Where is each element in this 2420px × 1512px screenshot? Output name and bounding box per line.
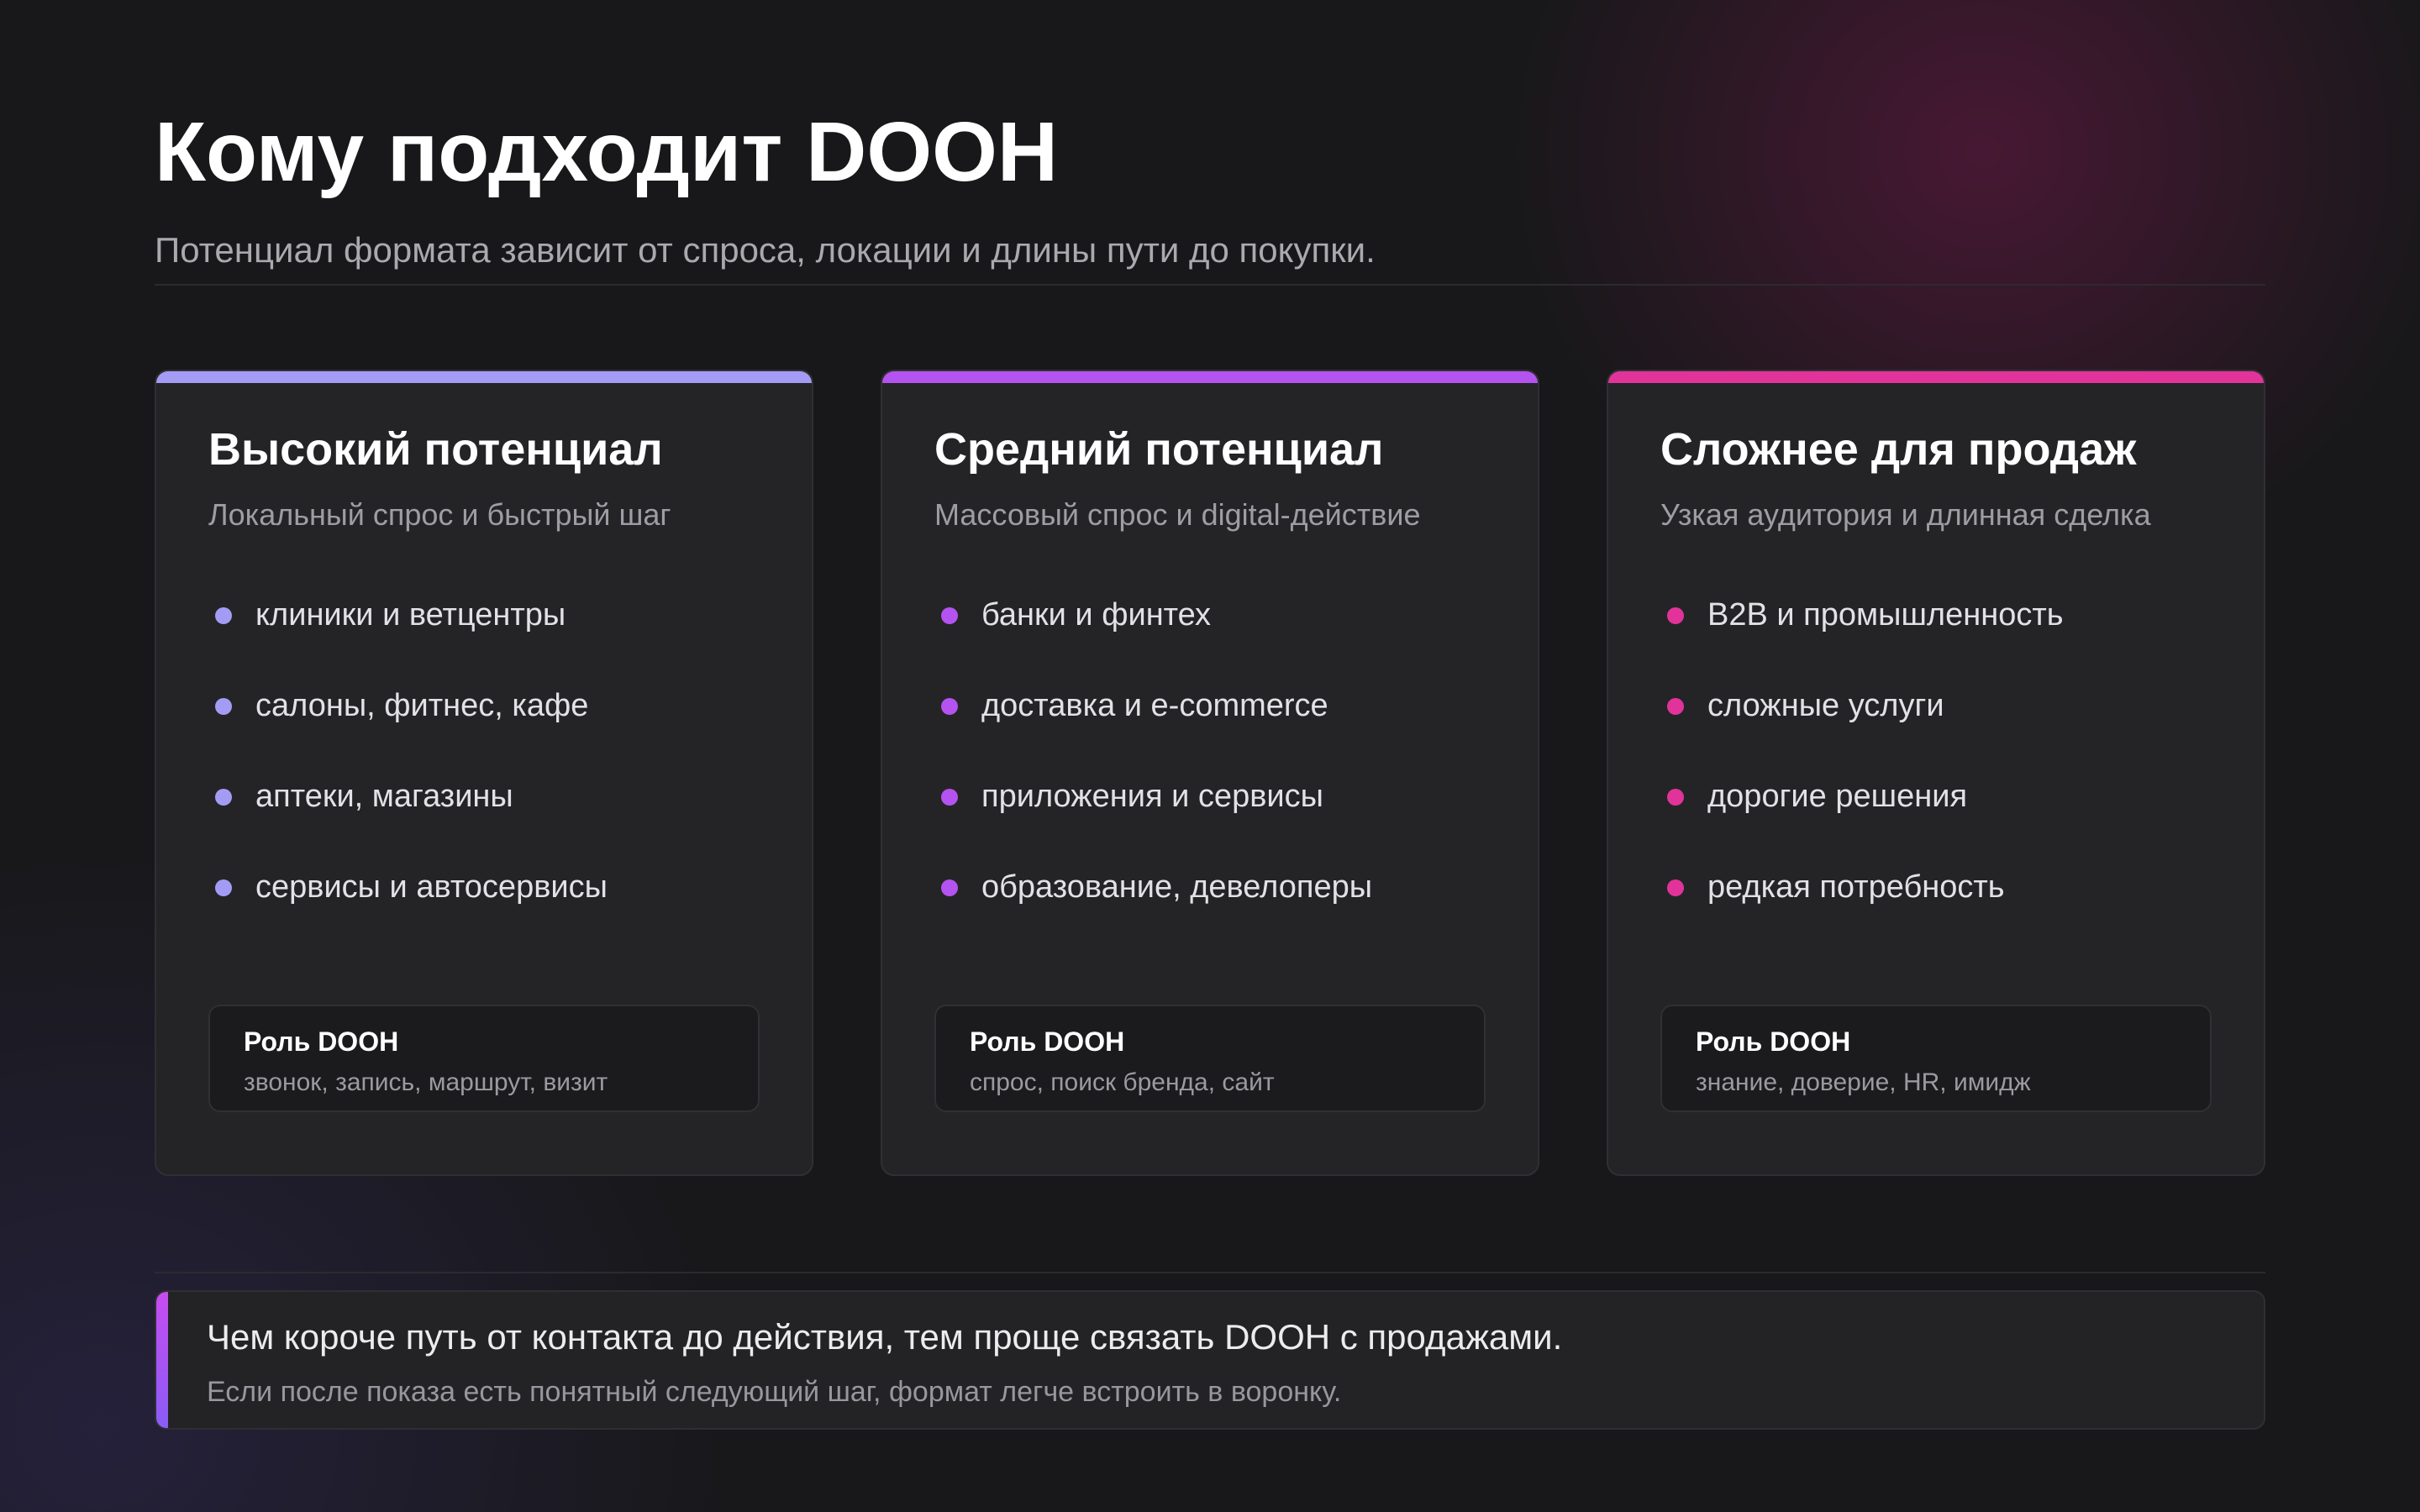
list-item-label: салоны, фитнес, кафе: [255, 688, 589, 723]
bullet-dot-icon: [1667, 789, 1684, 806]
cards-row: Высокий потенциал Локальный спрос и быст…: [155, 370, 2265, 1176]
card-title: Высокий потенциал: [208, 424, 663, 475]
role-title: Роль DOOH: [970, 1026, 1125, 1057]
list-item: аптеки, магазины: [208, 776, 608, 867]
divider: [155, 1272, 2265, 1273]
list-item: доставка и e-commerce: [934, 685, 1372, 776]
card-accent-bar: [156, 371, 812, 383]
role-text: спрос, поиск бренда, сайт: [970, 1068, 1275, 1096]
card-title: Сложнее для продаж: [1660, 424, 2137, 475]
bullet-dot-icon: [941, 789, 958, 806]
callout-sub-text: Если после показа есть понятный следующи…: [207, 1376, 1342, 1408]
card-hard-to-sell: Сложнее для продаж Узкая аудитория и дли…: [1607, 370, 2265, 1176]
card-title: Средний потенциал: [934, 424, 1384, 475]
list-item-label: образование, девелоперы: [981, 869, 1373, 905]
callout-main-text: Чем короче путь от контакта до действия,…: [207, 1317, 1563, 1357]
list-item: редкая потребность: [1660, 867, 2064, 958]
bullet-dot-icon: [941, 698, 958, 715]
role-box: Роль DOOH знание, доверие, HR, имидж: [1660, 1005, 2212, 1112]
list-item-label: приложения и сервисы: [981, 779, 1323, 814]
list-item-label: редкая потребность: [1707, 869, 2005, 905]
card-subtitle: Локальный спрос и быстрый шаг: [208, 497, 671, 532]
bullet-dot-icon: [215, 879, 232, 896]
list-item-label: дорогие решения: [1707, 779, 1968, 814]
role-text: звонок, запись, маршрут, визит: [244, 1068, 608, 1096]
list-item: образование, девелоперы: [934, 867, 1372, 958]
list-item: банки и финтех: [934, 595, 1372, 685]
card-medium-potential: Средний потенциал Массовый спрос и digit…: [881, 370, 1539, 1176]
card-list: банки и финтех доставка и e-commerce при…: [934, 595, 1372, 958]
list-item: сложные услуги: [1660, 685, 2064, 776]
bullet-dot-icon: [1667, 607, 1684, 624]
bullet-dot-icon: [941, 607, 958, 624]
page-subtitle: Потенциал формата зависит от спроса, лок…: [155, 230, 1376, 270]
list-item: салоны, фитнес, кафе: [208, 685, 608, 776]
card-accent-bar: [882, 371, 1538, 383]
list-item-label: сложные услуги: [1707, 688, 1944, 723]
list-item-label: сервисы и автосервисы: [255, 869, 608, 905]
list-item: сервисы и автосервисы: [208, 867, 608, 958]
page: Кому подходит DOOH Потенциал формата зав…: [155, 0, 2265, 1512]
callout-accent-bar: [156, 1292, 168, 1428]
list-item: приложения и сервисы: [934, 776, 1372, 867]
bullet-dot-icon: [215, 607, 232, 624]
list-item-label: банки и финтех: [981, 597, 1211, 633]
role-text: знание, доверие, HR, имидж: [1696, 1068, 2031, 1096]
list-item-label: клиники и ветцентры: [255, 597, 566, 633]
role-box: Роль DOOH звонок, запись, маршрут, визит: [208, 1005, 760, 1112]
list-item-label: B2B и промышленность: [1707, 597, 2064, 633]
list-item: B2B и промышленность: [1660, 595, 2064, 685]
card-high-potential: Высокий потенциал Локальный спрос и быст…: [155, 370, 813, 1176]
list-item-label: доставка и e-commerce: [981, 688, 1328, 723]
callout-note: Чем короче путь от контакта до действия,…: [155, 1290, 2265, 1430]
bullet-dot-icon: [215, 789, 232, 806]
card-subtitle: Массовый спрос и digital-действие: [934, 497, 1421, 532]
divider: [155, 284, 2265, 286]
card-list: B2B и промышленность сложные услуги доро…: [1660, 595, 2064, 958]
list-item-label: аптеки, магазины: [255, 779, 513, 814]
list-item: клиники и ветцентры: [208, 595, 608, 685]
card-subtitle: Узкая аудитория и длинная сделка: [1660, 497, 2151, 532]
bullet-dot-icon: [215, 698, 232, 715]
role-title: Роль DOOH: [244, 1026, 399, 1057]
page-title: Кому подходит DOOH: [155, 105, 1059, 199]
role-title: Роль DOOH: [1696, 1026, 1851, 1057]
role-box: Роль DOOH спрос, поиск бренда, сайт: [934, 1005, 1486, 1112]
card-accent-bar: [1608, 371, 2264, 383]
list-item: дорогие решения: [1660, 776, 2064, 867]
bullet-dot-icon: [1667, 698, 1684, 715]
bullet-dot-icon: [1667, 879, 1684, 896]
bullet-dot-icon: [941, 879, 958, 896]
card-list: клиники и ветцентры салоны, фитнес, кафе…: [208, 595, 608, 958]
